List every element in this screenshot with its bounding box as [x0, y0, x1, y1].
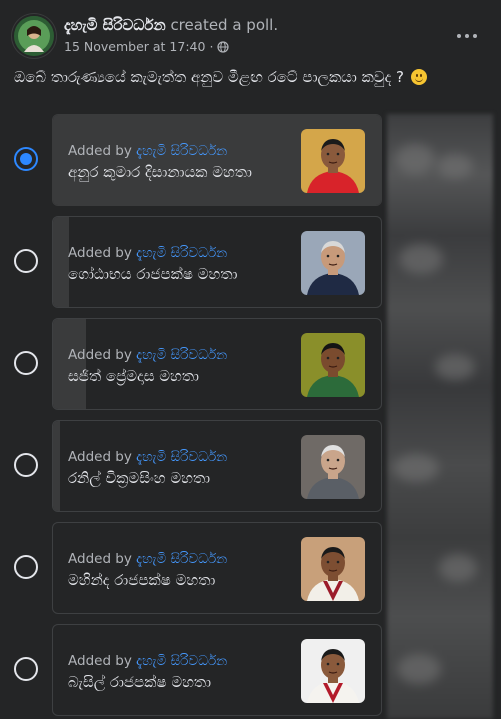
added-by-author-link[interactable]: දැහැමි සිරිවර්ධන [136, 449, 227, 465]
added-by-author-link[interactable]: දැහැමි සිරිවර්ධන [136, 551, 227, 567]
blurred-voters-panel [387, 114, 493, 719]
poll-option-result-bar [53, 217, 70, 307]
candidate-photo [301, 639, 365, 703]
poll-option-box[interactable]: Added by දැහැමි සිරිවර්ධන ගෝඨාභය රාජපක්ෂ… [52, 216, 382, 308]
smiling-face-emoji-icon [410, 69, 427, 85]
poll-option-label: රනිල් වික්‍රමසිංහ මහතා [68, 469, 211, 487]
added-by-author-link[interactable]: දැහැමි සිරිවර්ධන [136, 245, 227, 261]
poll-option-3: Added by දැහැමි සිරිවර්ධන සජිත් ප්‍රේමදා… [0, 318, 390, 410]
globe-icon [217, 40, 230, 53]
poll-option-added-by: Added by දැහැමි සිරිවර්ධන [68, 143, 227, 159]
poll-question-text: ඔබේ තාරුණ්‍යයේ කැමැත්ත අනුව මීළඟ රටේ පාල… [14, 68, 404, 86]
poll-option-4: Added by දැහැමි සිරිවර්ධන රනිල් වික්‍රමස… [0, 420, 390, 512]
candidate-photo [301, 333, 365, 397]
poll-option-label: මහින්ද රාජපක්ෂ මහතා [68, 571, 216, 589]
poll-option-radio[interactable] [14, 147, 38, 171]
poll-option-5: Added by දැහැමි සිරිවර්ධන මහින්ද රාජපක්ෂ… [0, 522, 390, 614]
meta-separator: · [209, 39, 214, 54]
poll-option-box[interactable]: Added by දැහැමි සිරිවර්ධන මහින්ද රාජපක්ෂ… [52, 522, 382, 614]
poll-option-added-by: Added by දැහැමි සිරිවර්ධන [68, 653, 227, 669]
poll-option-box[interactable]: Added by දැහැමි සිරිවර්ධන රනිල් වික්‍රමස… [52, 420, 382, 512]
more-options-icon[interactable] [451, 22, 483, 50]
poll-option-label: බැසිල් රාජපක්ෂ මහතා [68, 673, 212, 691]
added-by-prefix: Added by [68, 551, 132, 567]
poll-option-radio[interactable] [14, 453, 38, 477]
poll-option-radio[interactable] [14, 249, 38, 273]
added-by-prefix: Added by [68, 245, 132, 261]
poll-option-radio[interactable] [14, 657, 38, 681]
poll-option-box[interactable]: Added by දැහැමි සිරිවර්ධන සජිත් ප්‍රේමදා… [52, 318, 382, 410]
added-by-author-link[interactable]: දැහැමි සිරිවර්ධන [136, 143, 227, 159]
poll-option-label: ගෝඨාභය රාජපක්ෂ මහතා [68, 265, 238, 283]
poll-option-added-by: Added by දැහැමි සිරිවර්ධන [68, 347, 227, 363]
added-by-author-link[interactable]: දැහැමි සිරිවර්ධන [136, 653, 227, 669]
added-by-prefix: Added by [68, 653, 132, 669]
poll-option-label: සජිත් ප්‍රේමදාස මහතා [68, 367, 199, 385]
author-name[interactable]: දැහැමි සිරිවර්ධන [64, 16, 166, 34]
poll-option-radio[interactable] [14, 555, 38, 579]
poll-option-2: Added by දැහැමි සිරිවර්ධන ගෝඨාභය රාජපක්ෂ… [0, 216, 390, 308]
poll-option-label: අනුර කුමාර දිසානායක මහතා [68, 163, 252, 181]
poll-option-result-bar [53, 421, 60, 511]
poll-option-6: Added by දැහැමි සිරිවර්ධන බැසිල් රාජපක්ෂ… [0, 624, 390, 716]
poll-option-added-by: Added by දැහැමි සිරිවර්ධන [68, 245, 227, 261]
post-meta: 15 November at 17:40 · [64, 39, 230, 54]
candidate-photo [301, 129, 365, 193]
added-by-prefix: Added by [68, 143, 132, 159]
added-by-author-link[interactable]: දැහැමි සිරිවර්ධන [136, 347, 227, 363]
added-by-prefix: Added by [68, 347, 132, 363]
poll-option-box[interactable]: Added by දැහැමි සිරිවර්ධන අනුර කුමාර දිස… [52, 114, 382, 206]
candidate-photo [301, 435, 365, 499]
candidate-photo [301, 537, 365, 601]
author-avatar[interactable] [14, 16, 54, 56]
poll-option-box[interactable]: Added by දැහැමි සිරිවර්ධන බැසිල් රාජපක්ෂ… [52, 624, 382, 716]
poll-option-added-by: Added by දැහැමි සිරිවර්ධන [68, 449, 227, 465]
post-author-line: දැහැමි සිරිවර්ධන created a poll. [64, 16, 278, 34]
poll-option-radio[interactable] [14, 351, 38, 375]
candidate-photo [301, 231, 365, 295]
author-action: created a poll. [170, 16, 279, 34]
post-timestamp[interactable]: 15 November at 17:40 [64, 39, 205, 54]
poll-option-result-bar [53, 319, 86, 409]
added-by-prefix: Added by [68, 449, 132, 465]
poll-question: ඔබේ තාරුණ්‍යයේ කැමැත්ත අනුව මීළඟ රටේ පාල… [14, 68, 484, 86]
poll-post-card: දැහැමි සිරිවර්ධන created a poll. 15 Nove… [0, 0, 501, 719]
poll-option-added-by: Added by දැහැමි සිරිවර්ධන [68, 551, 227, 567]
poll-option-1: Added by දැහැමි සිරිවර්ධන අනුර කුමාර දිස… [0, 114, 390, 206]
